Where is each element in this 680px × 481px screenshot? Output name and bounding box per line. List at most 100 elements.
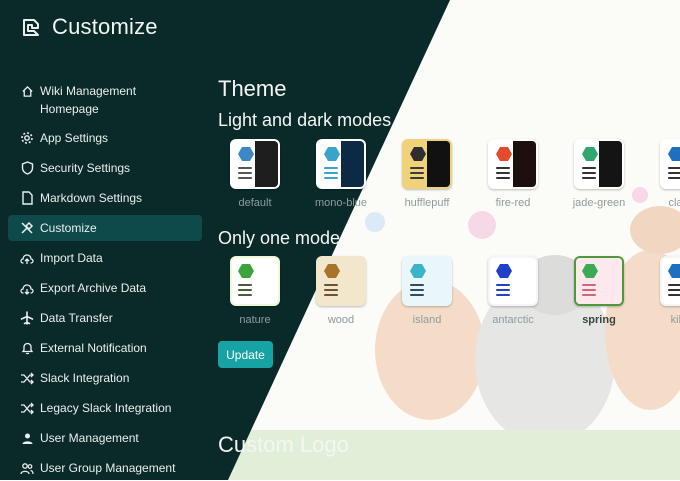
sidebar-item-data-transfer[interactable]: Data Transfer xyxy=(8,305,202,331)
theme-name: wood xyxy=(327,314,355,326)
gear-icon xyxy=(20,131,34,145)
sidebar-item-legacy-slack-integration[interactable]: Legacy Slack Integration xyxy=(8,395,202,421)
theme-option-island[interactable]: island xyxy=(402,256,452,326)
swatch-dark-half xyxy=(255,258,278,304)
theme-swatch xyxy=(316,139,366,189)
lines-icon xyxy=(324,167,338,182)
sidebar-item-export-archive-data[interactable]: Export Archive Data xyxy=(8,275,202,301)
custom-logo-heading: Custom Logo xyxy=(218,432,349,458)
theme-swatch xyxy=(488,256,538,306)
sidebar-item-customize[interactable]: Customize xyxy=(8,215,202,241)
theme-name: classic xyxy=(668,197,680,209)
lines-icon xyxy=(496,167,510,182)
file-icon xyxy=(20,191,34,205)
app-header: Customize xyxy=(20,12,158,42)
swatch-dark-half xyxy=(255,141,278,187)
one-mode-heading: Only one mode xyxy=(218,228,340,249)
update-button[interactable]: Update xyxy=(218,341,273,368)
sidebar-item-label: User Management xyxy=(40,431,139,445)
sidebar-item-external-notification[interactable]: External Notification xyxy=(8,335,202,361)
theme-heading: Theme xyxy=(218,76,287,101)
theme-option-kibela[interactable]: kibela xyxy=(660,256,680,326)
swatch-dark-half xyxy=(513,258,536,304)
theme-name: kibela xyxy=(670,314,680,326)
theme-option-hufflepuff[interactable]: hufflepuff xyxy=(402,139,452,209)
lines-icon xyxy=(582,167,596,182)
theme-name: jade-green xyxy=(572,197,626,209)
sidebar-item-label: Wiki Management Homepage xyxy=(40,84,137,116)
theme-option-spring[interactable]: spring xyxy=(574,256,624,326)
theme-swatch xyxy=(316,256,366,306)
swatch-dark-half xyxy=(341,141,364,187)
theme-name: antarctic xyxy=(492,314,534,326)
users-icon xyxy=(20,461,34,475)
sidebar-item-label: External Notification xyxy=(40,341,147,355)
sidebar-item-label: App Settings xyxy=(40,131,109,145)
sidebar-nav: Wiki Management Homepage App Settings Se… xyxy=(8,79,202,481)
user-icon xyxy=(20,431,34,445)
sidebar-item-label: Slack Integration xyxy=(40,371,130,385)
sidebar-item-label: Customize xyxy=(40,221,97,235)
swatch-dark-half xyxy=(599,141,622,187)
one-mode-theme-list: nature wood island antarctic spring kibela xyxy=(230,256,680,326)
sidebar-item-label: Markdown Settings xyxy=(40,191,143,205)
sidebar-item-label: Import Data xyxy=(40,251,103,265)
theme-swatch xyxy=(402,139,452,189)
swatch-dark-half xyxy=(341,258,364,304)
theme-swatch xyxy=(660,139,680,189)
lines-icon xyxy=(496,284,510,299)
sidebar-item-label: Data Transfer xyxy=(40,311,113,325)
lines-icon xyxy=(238,284,252,299)
theme-name: nature xyxy=(239,314,271,326)
bell-icon xyxy=(20,341,34,355)
theme-option-classic[interactable]: classic xyxy=(660,139,680,209)
sidebar-item-app-settings[interactable]: App Settings xyxy=(8,125,202,151)
lines-icon xyxy=(410,284,424,299)
sidebar-item-slack-integration[interactable]: Slack Integration xyxy=(8,365,202,391)
sidebar-item-import-data[interactable]: Import Data xyxy=(8,245,202,271)
cloud-upload-icon xyxy=(20,251,34,265)
theme-swatch xyxy=(402,256,452,306)
lines-icon xyxy=(238,167,252,182)
theme-swatch xyxy=(230,139,280,189)
lines-icon xyxy=(668,167,680,182)
theme-name: mono-blue xyxy=(315,197,367,209)
swatch-dark-half xyxy=(427,141,450,187)
swatch-dark-half xyxy=(599,258,622,304)
app-title: Customize xyxy=(52,14,158,39)
tools-icon xyxy=(20,221,34,235)
lines-icon xyxy=(582,284,596,299)
theme-name: spring xyxy=(582,314,616,326)
sidebar-item-security-settings[interactable]: Security Settings xyxy=(8,155,202,181)
theme-swatch xyxy=(488,139,538,189)
theme-swatch xyxy=(574,256,624,306)
theme-option-mono-blue[interactable]: mono-blue xyxy=(315,139,367,209)
sidebar-item-markdown-settings[interactable]: Markdown Settings xyxy=(8,185,202,211)
shield-icon xyxy=(20,161,34,175)
shuffle-icon xyxy=(20,371,34,385)
theme-name: hufflepuff xyxy=(404,197,450,209)
theme-swatch xyxy=(574,139,624,189)
light-dark-theme-list: default mono-blue hufflepuff fire-red jade-g… xyxy=(230,139,680,209)
theme-option-fire-red[interactable]: fire-red xyxy=(488,139,538,209)
sidebar-item-label: Security Settings xyxy=(40,161,131,175)
theme-option-jade-green[interactable]: jade-green xyxy=(572,139,626,209)
sidebar-item-wiki-management-homepage[interactable]: Wiki Management Homepage xyxy=(8,79,202,121)
theme-name: island xyxy=(412,314,442,326)
sidebar-item-label: Legacy Slack Integration xyxy=(40,401,172,415)
one-mode-heading-text: Only one mode xyxy=(218,228,341,248)
theme-option-default[interactable]: default xyxy=(230,139,280,209)
theme-swatch xyxy=(660,256,680,306)
shuffle-icon xyxy=(20,401,34,415)
lines-icon xyxy=(410,167,424,182)
theme-option-nature[interactable]: nature xyxy=(230,256,280,326)
theme-option-wood[interactable]: wood xyxy=(316,256,366,326)
logo-icon xyxy=(20,16,42,38)
theme-option-antarctic[interactable]: antarctic xyxy=(488,256,538,326)
sidebar-item-user-management[interactable]: User Management xyxy=(8,425,202,451)
custom-logo-heading-text: Custom Logo xyxy=(218,432,349,457)
lines-icon xyxy=(668,284,680,299)
theme-name: fire-red xyxy=(495,197,531,209)
sidebar-item-user-group-management[interactable]: User Group Management xyxy=(8,455,202,481)
sidebar-item-label: Export Archive Data xyxy=(40,281,147,295)
